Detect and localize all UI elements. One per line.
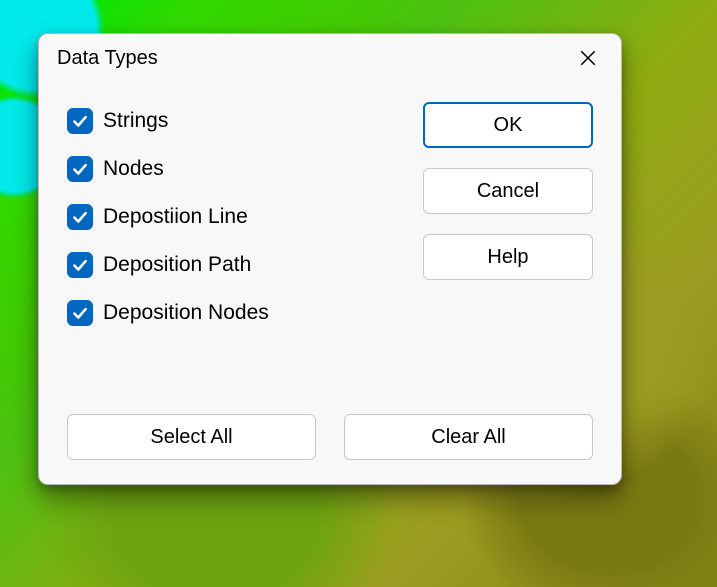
check-item-deposition-nodes: Deposition Nodes	[67, 300, 383, 326]
check-label: Depostiion Line	[103, 205, 248, 229]
close-button[interactable]	[565, 38, 611, 78]
close-icon	[579, 49, 597, 67]
title-bar: Data Types	[39, 34, 621, 82]
cancel-button[interactable]: Cancel	[423, 168, 593, 214]
clear-all-button[interactable]: Clear All	[344, 414, 593, 460]
check-label: Nodes	[103, 157, 164, 181]
select-all-button[interactable]: Select All	[67, 414, 316, 460]
check-item-nodes: Nodes	[67, 156, 383, 182]
ok-button[interactable]: OK	[423, 102, 593, 148]
checkmark-icon	[71, 256, 89, 274]
checkmark-icon	[71, 304, 89, 322]
dialog-body: Strings Nodes Depostiion Line	[39, 82, 621, 484]
check-label: Strings	[103, 109, 168, 133]
check-label: Deposition Path	[103, 253, 251, 277]
data-types-dialog: Data Types Strings Nodes	[38, 33, 622, 485]
checkbox-nodes[interactable]	[67, 156, 93, 182]
check-label: Deposition Nodes	[103, 301, 269, 325]
check-item-strings: Strings	[67, 108, 383, 134]
upper-area: Strings Nodes Depostiion Line	[67, 102, 593, 396]
checkbox-list: Strings Nodes Depostiion Line	[67, 102, 383, 396]
checkbox-strings[interactable]	[67, 108, 93, 134]
check-item-deposition-path: Deposition Path	[67, 252, 383, 278]
checkbox-deposition-nodes[interactable]	[67, 300, 93, 326]
checkmark-icon	[71, 160, 89, 178]
bottom-buttons: Select All Clear All	[67, 414, 593, 460]
checkbox-deposition-line[interactable]	[67, 204, 93, 230]
side-buttons: OK Cancel Help	[423, 102, 593, 396]
checkbox-deposition-path[interactable]	[67, 252, 93, 278]
check-item-deposition-line: Depostiion Line	[67, 204, 383, 230]
dialog-title: Data Types	[57, 47, 158, 70]
checkmark-icon	[71, 208, 89, 226]
checkmark-icon	[71, 112, 89, 130]
help-button[interactable]: Help	[423, 234, 593, 280]
